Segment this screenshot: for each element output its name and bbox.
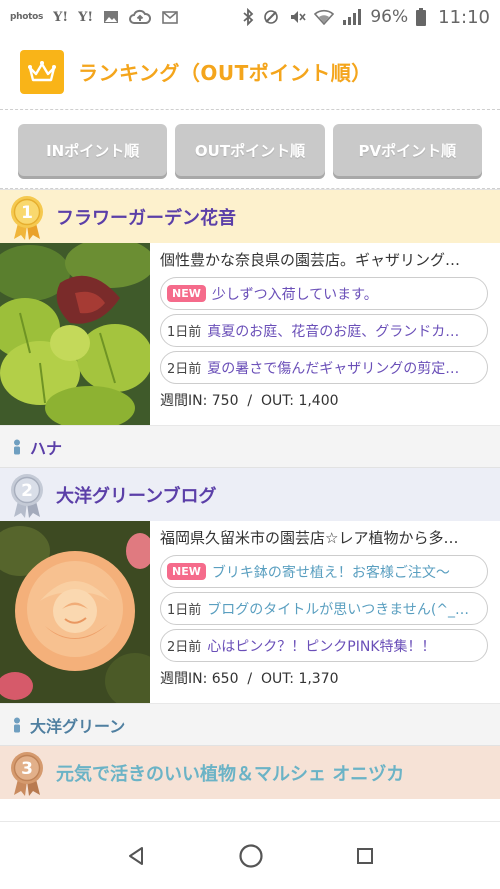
post-item[interactable]: 1日前 真夏のお庭、花音のお庭、グランドカ… bbox=[160, 314, 488, 347]
svg-text:1: 1 bbox=[21, 203, 33, 223]
post-item[interactable]: 1日前 ブログのタイトルが思いつきません(^_… bbox=[160, 592, 488, 625]
sort-in-button[interactable]: INポイント順 bbox=[18, 124, 168, 176]
author-row[interactable]: 大洋グリーン bbox=[0, 703, 500, 745]
clock: 11:10 bbox=[438, 6, 490, 28]
back-icon[interactable] bbox=[125, 845, 147, 867]
entry-description: 福岡県久留米市の園芸店☆レア植物から多… bbox=[160, 529, 459, 547]
ranking-entry-2: 2 大洋グリーンブログ 福岡県久留米市の園芸店☆レア植物から多… NEW ブリキ… bbox=[0, 467, 500, 745]
entry-info: 福岡県久留米市の園芸店☆レア植物から多… NEW ブリキ鉢の寄せ植え！お客様ご注… bbox=[150, 521, 500, 703]
post-item[interactable]: NEW 少しずつ入荷しています。 bbox=[160, 277, 488, 310]
entry-header[interactable]: 2 大洋グリーンブログ bbox=[0, 467, 500, 521]
sort-tabs: INポイント順 OUTポイント順 PVポイント順 bbox=[0, 110, 500, 189]
svg-text:3: 3 bbox=[21, 759, 33, 779]
post-item[interactable]: 2日前 心はピンク？！ピンクPINK特集！！ bbox=[160, 629, 488, 662]
mail-icon bbox=[161, 8, 179, 26]
new-badge: NEW bbox=[167, 285, 206, 302]
post-title[interactable]: 夏の暑さで傷んだギャザリングの剪定… bbox=[207, 358, 459, 378]
system-nav-bar bbox=[0, 821, 500, 889]
post-date: 2日前 bbox=[167, 362, 202, 377]
weekly-stats: 週間IN: 750 / OUT: 1,400 bbox=[160, 393, 339, 409]
entry-photo-coleus[interactable] bbox=[0, 238, 155, 430]
recents-icon[interactable] bbox=[355, 846, 375, 866]
page-title: ランキング（OUTポイント順） bbox=[78, 61, 372, 85]
page-header: ランキング（OUTポイント順） bbox=[0, 34, 500, 110]
sort-pv-button[interactable]: PVポイント順 bbox=[332, 124, 482, 176]
entry-header[interactable]: 1 フラワーガーデン花音 bbox=[0, 189, 500, 243]
svg-text:2: 2 bbox=[21, 481, 33, 501]
weekly-stats: 週間IN: 650 / OUT: 1,370 bbox=[160, 671, 339, 687]
sort-out-button[interactable]: OUTポイント順 bbox=[175, 124, 325, 176]
person-icon bbox=[12, 439, 22, 455]
medal-bronze-icon: 3 bbox=[8, 751, 46, 796]
status-bar: photos Y! Y! 96% 11:10 bbox=[0, 0, 500, 34]
post-title[interactable]: ブリキ鉢の寄せ植え！お客様ご注文～ bbox=[212, 562, 450, 582]
post-title[interactable]: ブログのタイトルが思いつきません(^_… bbox=[207, 599, 469, 619]
wifi-icon bbox=[314, 9, 335, 25]
person-icon bbox=[12, 717, 22, 733]
mute-icon bbox=[288, 8, 306, 26]
author-row[interactable]: ハナ bbox=[0, 425, 500, 467]
entry-title[interactable]: 大洋グリーンブログ bbox=[56, 482, 217, 508]
ranking-entry-3: 3 元気で活きのいい植物＆マルシェ オニヅカ bbox=[0, 745, 500, 799]
post-date: 2日前 bbox=[167, 640, 202, 655]
post-date: 1日前 bbox=[167, 603, 202, 618]
post-item[interactable]: NEW ブリキ鉢の寄せ植え！お客様ご注文～ bbox=[160, 555, 488, 588]
post-title[interactable]: 少しずつ入荷しています。 bbox=[212, 284, 378, 304]
battery-icon bbox=[416, 8, 427, 26]
photos-notification-icon: photos bbox=[10, 12, 44, 22]
bluetooth-icon bbox=[242, 8, 254, 26]
cloud-upload-icon bbox=[129, 9, 152, 25]
yahoo-notification-icon: Y! bbox=[53, 9, 69, 25]
nfc-icon bbox=[262, 8, 280, 26]
entry-body: 福岡県久留米市の園芸店☆レア植物から多… NEW ブリキ鉢の寄せ植え！お客様ご注… bbox=[0, 521, 500, 709]
battery-percent: 96% bbox=[370, 7, 409, 27]
home-icon[interactable] bbox=[238, 843, 264, 869]
yahoo-notification-icon-2: Y! bbox=[78, 9, 94, 25]
medal-gold-icon: 1 bbox=[8, 195, 46, 240]
entry-body: 個性豊かな奈良県の園芸店。ギャザリング… NEW 少しずつ入荷しています。 1日… bbox=[0, 238, 500, 430]
author-name[interactable]: 大洋グリーン bbox=[30, 713, 125, 737]
entry-title[interactable]: フラワーガーデン花音 bbox=[56, 204, 236, 230]
author-name[interactable]: ハナ bbox=[30, 435, 62, 459]
ranking-entry-1: 1 フラワーガーデン花音 個性豊かな奈良県の園芸店。ギャザリング… NEW 少し… bbox=[0, 189, 500, 467]
entry-header[interactable]: 3 元気で活きのいい植物＆マルシェ オニヅカ bbox=[0, 745, 500, 799]
post-title[interactable]: 心はピンク？！ピンクPINK特集！！ bbox=[207, 636, 435, 656]
entry-description: 個性豊かな奈良県の園芸店。ギャザリング… bbox=[160, 251, 461, 269]
new-badge: NEW bbox=[167, 563, 206, 580]
crown-icon bbox=[20, 49, 64, 94]
post-date: 1日前 bbox=[167, 325, 202, 340]
image-icon bbox=[103, 9, 119, 25]
signal-icon bbox=[342, 8, 362, 26]
post-title[interactable]: 真夏のお庭、花音のお庭、グランドカ… bbox=[207, 321, 459, 341]
entry-title[interactable]: 元気で活きのいい植物＆マルシェ オニヅカ bbox=[56, 760, 404, 786]
post-item[interactable]: 2日前 夏の暑さで傷んだギャザリングの剪定… bbox=[160, 351, 488, 384]
entry-photo-rose[interactable] bbox=[0, 521, 165, 709]
medal-silver-icon: 2 bbox=[8, 473, 46, 518]
entry-info: 個性豊かな奈良県の園芸店。ギャザリング… NEW 少しずつ入荷しています。 1日… bbox=[150, 243, 500, 425]
